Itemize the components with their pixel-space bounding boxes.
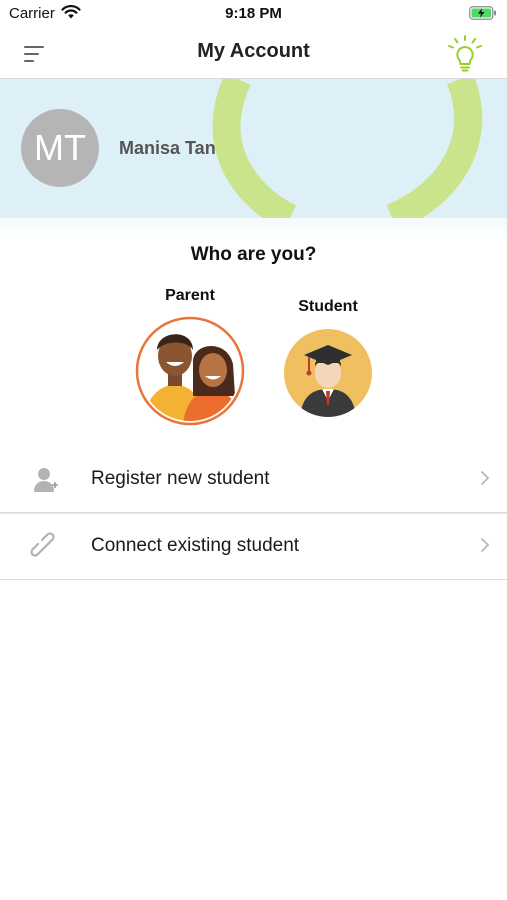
add-person-icon <box>34 468 58 492</box>
action-list: Register new student Connect existing st… <box>0 447 507 580</box>
connect-existing-student-row[interactable]: Connect existing student <box>0 513 507 580</box>
banner-divider <box>0 218 507 240</box>
avatar: MT <box>21 109 99 187</box>
graduate-student-icon <box>284 329 372 417</box>
user-name: Manisa Tan <box>119 138 216 158</box>
menu-button[interactable] <box>22 42 48 66</box>
clock: 9:18 PM <box>225 5 282 22</box>
parents-illustration-icon <box>135 316 245 426</box>
register-new-student-row[interactable]: Register new student <box>0 447 507 513</box>
chevron-right-icon <box>481 538 490 552</box>
nav-bar: My Account <box>0 28 507 79</box>
battery-charging-icon <box>469 6 497 25</box>
connect-existing-student-label: Connect existing student <box>91 535 300 556</box>
register-new-student-label: Register new student <box>91 468 270 489</box>
link-icon <box>30 532 55 557</box>
role-label-parent: Parent <box>165 287 215 304</box>
role-option-student[interactable]: Student <box>278 298 378 422</box>
tips-button[interactable] <box>445 34 485 74</box>
menu-lines-icon <box>24 46 44 62</box>
role-option-parent[interactable]: Parent <box>133 287 247 431</box>
status-bar: Carrier 9:18 PM <box>0 0 507 28</box>
chevron-right-icon <box>481 471 490 485</box>
page-title: My Account <box>197 40 310 62</box>
lightbulb-icon <box>448 35 482 72</box>
profile-banner: MT Manisa Tan <box>0 79 507 218</box>
role-label-student: Student <box>298 298 358 315</box>
role-question: Who are you? <box>190 244 317 265</box>
